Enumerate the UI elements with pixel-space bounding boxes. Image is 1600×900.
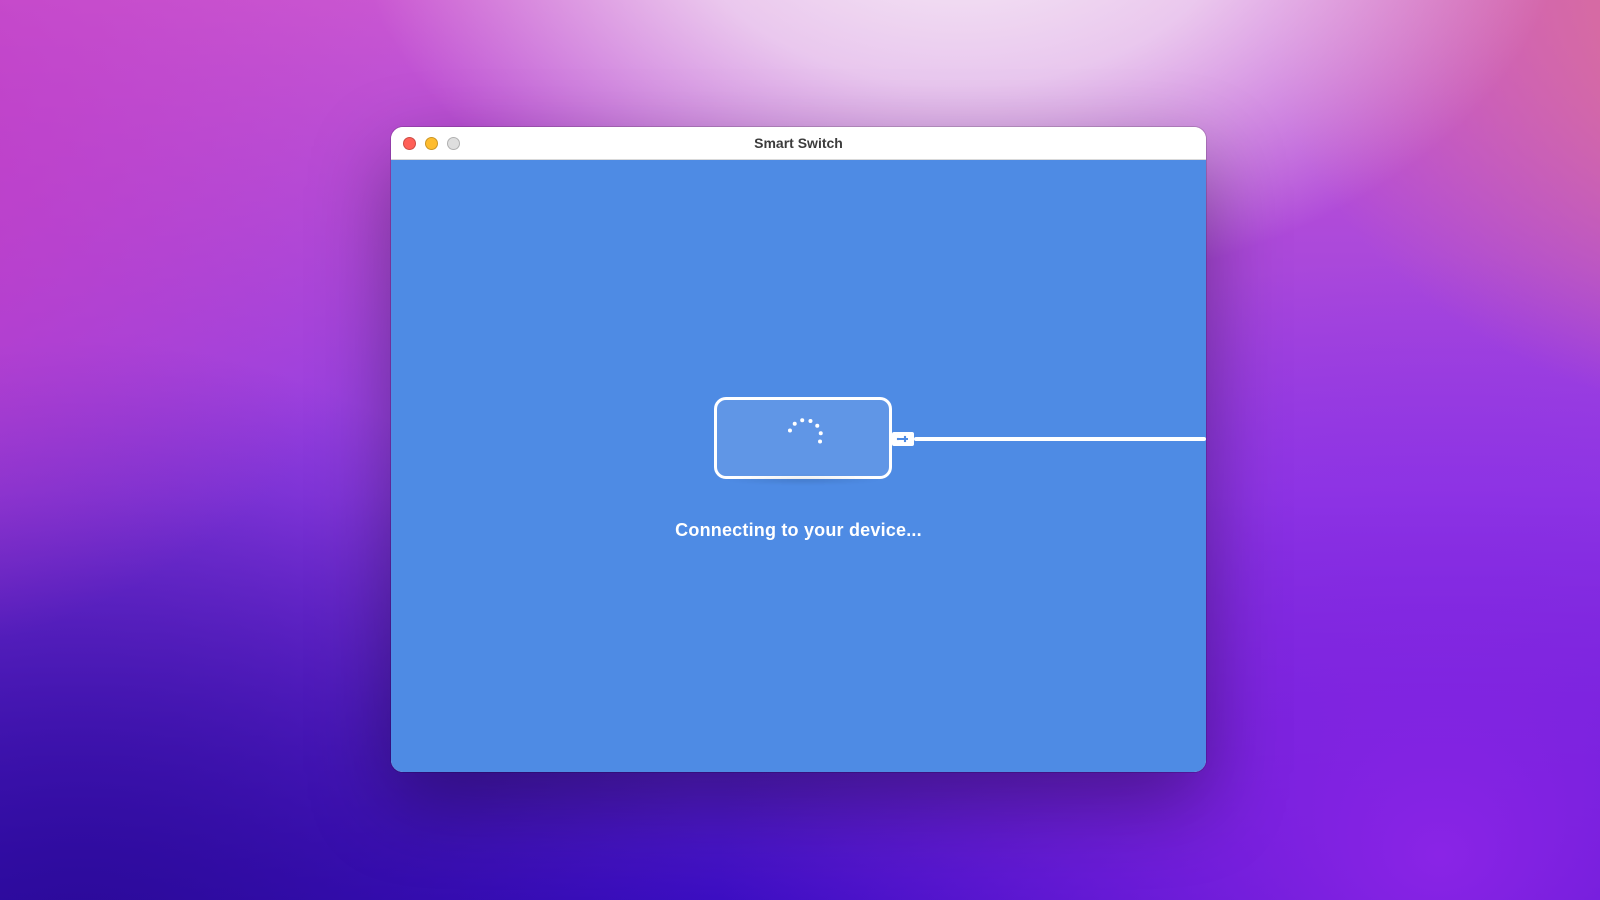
desktop-wallpaper: Smart Switch Connecting to your device..…	[0, 0, 1600, 900]
window-title: Smart Switch	[391, 135, 1206, 151]
content-area: Connecting to your device...	[391, 160, 1206, 772]
window-fullscreen-button[interactable]	[447, 137, 460, 150]
window-close-button[interactable]	[403, 137, 416, 150]
usb-cable-icon	[914, 437, 1206, 441]
status-text: Connecting to your device...	[391, 520, 1206, 541]
loading-spinner-icon	[781, 412, 825, 456]
app-window: Smart Switch Connecting to your device..…	[391, 127, 1206, 772]
device-illustration	[391, 160, 1206, 772]
window-controls	[403, 137, 460, 150]
window-minimize-button[interactable]	[425, 137, 438, 150]
window-titlebar: Smart Switch	[391, 127, 1206, 160]
usb-plug-icon	[892, 432, 914, 446]
